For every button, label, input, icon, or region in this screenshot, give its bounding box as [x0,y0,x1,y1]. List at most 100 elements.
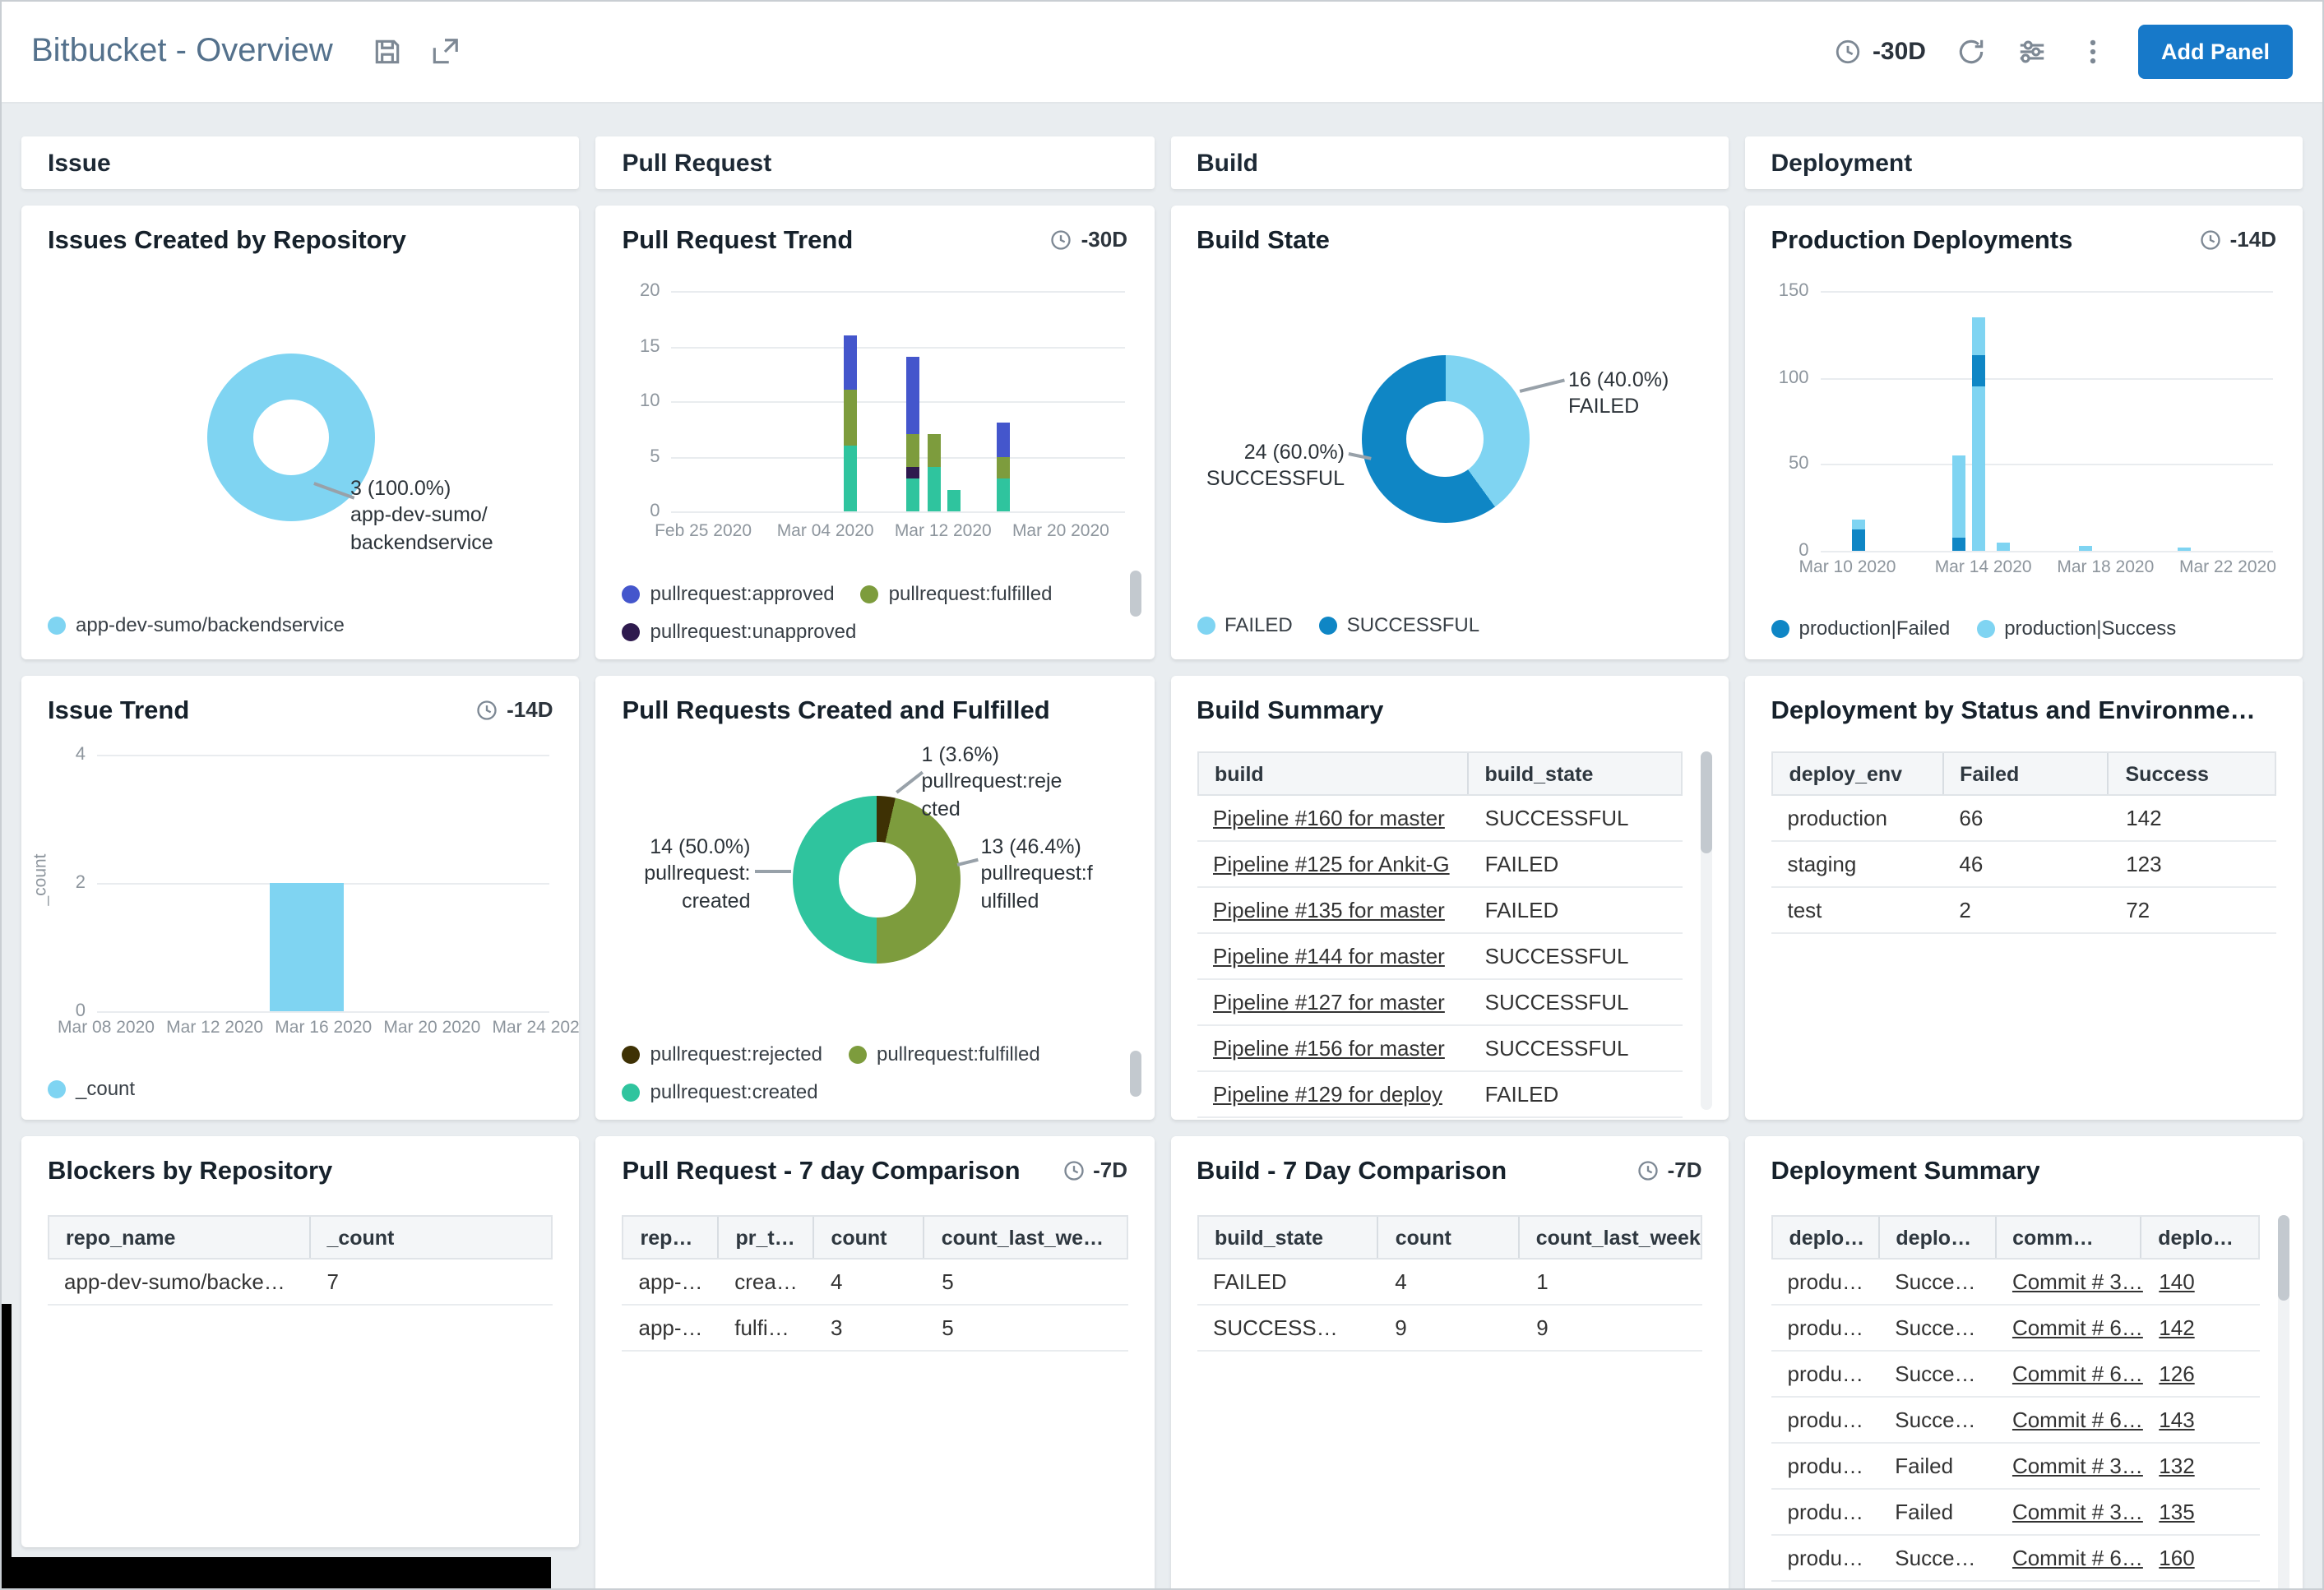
table-link[interactable]: Commit # 6… [2012,1315,2142,1340]
table-row[interactable]: produ… Succe… Commit # 6… 143 [1771,1398,2260,1444]
bar[interactable] [1971,291,1985,551]
legend-item[interactable]: SUCCESSFUL [1318,613,1479,636]
bar[interactable] [997,291,1011,511]
column-header[interactable]: count_last_we… [925,1217,1126,1258]
column-header[interactable]: count [1379,1217,1520,1258]
table-row[interactable]: Pipeline #125 for Ankit-G FAILED [1197,842,1683,888]
column-header[interactable]: comm… [1996,1217,2142,1258]
save-icon[interactable] [373,36,404,67]
table-link[interactable]: Commit # 6… [2012,1361,2142,1386]
bar[interactable] [269,755,344,1011]
column-header[interactable]: _count [310,1217,551,1258]
panel-time-range[interactable]: -30D [1050,227,1127,252]
table-row[interactable]: SUCCESS… 9 9 [1197,1306,1702,1352]
table-link[interactable]: Pipeline #125 for Ankit-G [1213,852,1450,876]
legend-scrollbar[interactable] [1129,571,1141,617]
bar[interactable] [1852,291,1866,551]
table-row[interactable]: produ… Failed Commit # 3… 135 [1771,1490,2260,1536]
bar[interactable] [947,291,961,511]
table-link[interactable]: 160 [2159,1546,2194,1570]
legend-scrollbar[interactable] [1129,1051,1141,1097]
export-icon[interactable] [430,36,461,67]
table-row[interactable]: Pipeline #127 for master SUCCESSFUL [1197,980,1683,1026]
column-header[interactable]: deplo… [2141,1217,2258,1258]
table-row[interactable]: Pipeline #160 for master SUCCESSFUL [1197,796,1683,842]
table-row[interactable]: produ… Succe… Commit # 6… 160 [1771,1536,2260,1582]
panel-time-range[interactable]: -7D [1637,1158,1702,1182]
filter-settings-icon[interactable] [2016,36,2048,67]
column-header[interactable]: count_last_week [1520,1217,1701,1258]
column-header[interactable]: deplo… [1879,1217,1997,1258]
column-header[interactable]: Failed [1943,753,2109,794]
table-row[interactable]: produ… Failed Commit # 3… 132 [1771,1444,2260,1490]
legend-item[interactable]: pullrequest:rejected [622,1042,822,1065]
table-row[interactable]: Pipeline #129 for deploy FAILED [1197,1072,1683,1118]
table-link[interactable]: Pipeline #135 for master [1213,898,1445,922]
legend-item[interactable]: pullrequest:fulfilled [848,1042,1040,1065]
table-link[interactable]: 132 [2159,1454,2194,1478]
table-scrollbar[interactable] [2278,1215,2289,1588]
bar[interactable] [1997,291,2011,551]
panel-time-range[interactable]: -14D [475,697,553,722]
column-header[interactable]: build_state [1468,753,1680,794]
table-row[interactable]: produ… Succe… Commit # 6… 142 [1771,1306,2260,1352]
table-link[interactable]: 140 [2159,1269,2194,1294]
table-link[interactable]: Pipeline #156 for master [1213,1036,1445,1061]
column-header[interactable]: Success [2109,753,2275,794]
table-link[interactable]: Commit # 3… [2012,1500,2142,1524]
column-header[interactable]: build_state [1198,1217,1379,1258]
column-header[interactable]: repo_name [49,1217,311,1258]
bar[interactable] [927,291,941,511]
donut-chart[interactable] [1361,355,1529,523]
legend-item[interactable]: FAILED [1197,613,1293,636]
legend-item[interactable]: app-dev-sumo/backendservice [48,613,345,636]
bar[interactable] [1951,291,1965,551]
table-row[interactable]: produ… Succe… Commit # 3… 140 [1771,1260,2260,1306]
legend-item[interactable]: production|Failed [1771,617,1950,640]
table-row[interactable]: Pipeline #144 for master SUCCESSFUL [1197,934,1683,980]
table-row[interactable]: FAILED 4 1 [1197,1260,1702,1306]
table-row[interactable]: production 66 142 [1771,796,2276,842]
table-link[interactable]: 142 [2159,1315,2194,1340]
column-header[interactable]: deploy_env [1773,753,1944,794]
column-header[interactable]: deplo… [1773,1217,1880,1258]
table-row[interactable]: staging 46 123 [1771,842,2276,888]
table-scrollbar-thumb[interactable] [1700,751,1712,853]
legend-item[interactable]: pullrequest:unapproved [622,620,856,643]
legend-item[interactable]: production|Success [1976,617,2176,640]
table-link[interactable]: Commit # 6… [2012,1546,2142,1570]
bar[interactable] [906,291,920,511]
table-link[interactable]: Commit # 3… [2012,1269,2142,1294]
table-row[interactable]: Pipeline #135 for master FAILED [1197,888,1683,934]
time-range-control[interactable]: -30D [1835,38,1926,66]
table-link[interactable]: Pipeline #127 for master [1213,990,1445,1015]
table-row[interactable]: Pipeline #156 for master SUCCESSFUL [1197,1026,1683,1072]
bar[interactable] [2078,291,2092,551]
table-link[interactable]: 135 [2159,1500,2194,1524]
table-link[interactable]: Pipeline #160 for master [1213,806,1445,830]
column-header[interactable]: pr_t… [719,1217,815,1258]
legend-item[interactable]: pullrequest:approved [622,582,835,605]
kebab-menu-icon[interactable] [2077,36,2109,67]
panel-time-range[interactable]: -14D [2199,227,2276,252]
refresh-icon[interactable] [1956,36,1987,67]
bar[interactable] [843,291,857,511]
table-row[interactable]: produ… Succe… Commit # 6… 126 [1771,1352,2260,1398]
legend-item[interactable]: pullrequest:created [622,1080,818,1103]
table-link[interactable]: Pipeline #129 for deploy [1213,1082,1442,1107]
table-row[interactable]: app-dev-sumo/backe… 7 [48,1260,553,1306]
panel-time-range[interactable]: -7D [1062,1158,1127,1182]
table-row[interactable]: app-… crea… 4 5 [622,1260,1127,1306]
table-scrollbar-thumb[interactable] [2278,1215,2289,1301]
table-link[interactable]: 126 [2159,1361,2194,1386]
table-link[interactable]: 143 [2159,1407,2194,1432]
column-header[interactable]: build [1198,753,1469,794]
table-link[interactable]: Commit # 3… [2012,1454,2142,1478]
legend-item[interactable]: pullrequest:fulfilled [860,582,1052,605]
table-row[interactable]: test 2 72 [1771,888,2276,934]
column-header[interactable]: rep… [624,1217,720,1258]
column-header[interactable]: count [814,1217,925,1258]
bar[interactable] [2178,291,2192,551]
add-panel-button[interactable]: Add Panel [2137,25,2293,79]
table-link[interactable]: Commit # 6… [2012,1407,2142,1432]
